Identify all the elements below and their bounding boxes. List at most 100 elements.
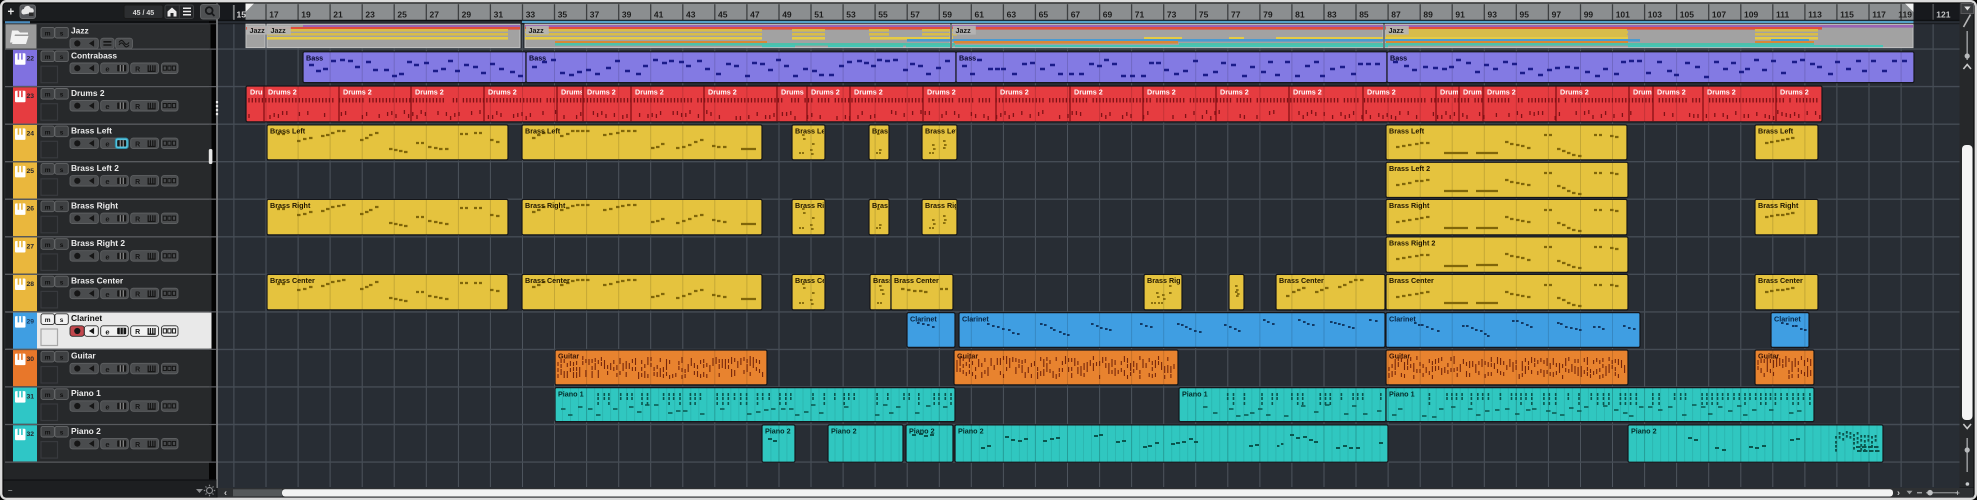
svg-text:Brass Right: Brass Right (1389, 201, 1430, 210)
svg-text:R: R (135, 404, 140, 411)
svg-text:Drums 2: Drums 2 (781, 88, 810, 97)
svg-text:47: 47 (750, 9, 760, 19)
svg-text:109: 109 (1744, 9, 1758, 19)
svg-text:m: m (45, 54, 51, 61)
svg-text:Brass Center: Brass Center (71, 276, 124, 286)
svg-text:+: + (1955, 489, 1960, 498)
svg-text:e: e (105, 140, 109, 149)
svg-text:Brass Left: Brass Left (1389, 127, 1425, 136)
svg-text:Drums 2: Drums 2 (1657, 88, 1686, 97)
svg-text:s: s (60, 129, 64, 136)
svg-text:29: 29 (462, 9, 472, 19)
svg-text:101: 101 (1616, 9, 1630, 19)
svg-text:95: 95 (1520, 9, 1530, 19)
svg-text:Drums 2: Drums 2 (1560, 88, 1589, 97)
svg-text:Brass Left: Brass Left (71, 126, 112, 136)
svg-text:m: m (45, 204, 51, 211)
svg-text:Drums 2: Drums 2 (343, 88, 372, 97)
svg-text:Bass: Bass (959, 54, 976, 63)
svg-text:Brass Left: Brass Left (525, 127, 561, 136)
svg-text:s: s (60, 204, 64, 211)
svg-text:e: e (105, 365, 109, 374)
svg-text:24: 24 (26, 131, 34, 138)
svg-text:Brass Center: Brass Center (1389, 276, 1434, 285)
svg-text:Clarinet: Clarinet (1389, 314, 1416, 323)
svg-text:–: – (8, 486, 13, 495)
svg-text:R: R (135, 217, 140, 224)
svg-text:Drums 2: Drums 2 (927, 88, 956, 97)
svg-text:R: R (135, 66, 140, 73)
svg-text:121: 121 (1936, 9, 1950, 19)
svg-text:Clarinet: Clarinet (71, 313, 102, 323)
svg-text:22: 22 (26, 56, 34, 63)
svg-text:105: 105 (1680, 9, 1694, 19)
svg-text:61: 61 (975, 9, 985, 19)
svg-text:37: 37 (590, 9, 600, 19)
svg-text:Brass Left: Brass Left (1758, 127, 1794, 136)
svg-text:107: 107 (1712, 9, 1726, 19)
svg-text:s: s (60, 92, 64, 99)
svg-text:25: 25 (397, 9, 407, 19)
svg-text:85: 85 (1359, 9, 1369, 19)
svg-text:Drums 2: Drums 2 (1220, 88, 1249, 97)
svg-text:25: 25 (26, 168, 34, 175)
svg-text:117: 117 (1872, 9, 1886, 19)
svg-text:Drums 2: Drums 2 (1074, 88, 1103, 97)
svg-text:Drums 2: Drums 2 (1000, 88, 1029, 97)
svg-text:Guitar: Guitar (957, 352, 978, 361)
svg-text:Drums 2: Drums 2 (1293, 88, 1322, 97)
svg-text:53: 53 (846, 9, 856, 19)
svg-text:Drums 2: Drums 2 (587, 88, 616, 97)
svg-text:m: m (45, 317, 51, 324)
svg-text:17: 17 (269, 9, 279, 19)
svg-text:Drums 2: Drums 2 (635, 88, 664, 97)
svg-text:Drums 2: Drums 2 (268, 88, 297, 97)
svg-text:s: s (60, 392, 64, 399)
svg-text:33: 33 (526, 9, 536, 19)
svg-text:Piano 2: Piano 2 (71, 426, 101, 436)
svg-text:Piano 2: Piano 2 (909, 427, 935, 436)
svg-text:R: R (135, 254, 140, 261)
svg-text:97: 97 (1552, 9, 1562, 19)
svg-text:R: R (135, 179, 140, 186)
svg-text:s: s (60, 430, 64, 437)
svg-text:Brass Right: Brass Right (1758, 201, 1799, 210)
svg-text:23: 23 (365, 9, 375, 19)
svg-text:Brass Center: Brass Center (894, 276, 939, 285)
svg-text:Piano 1: Piano 1 (558, 389, 584, 398)
svg-text:Clarinet: Clarinet (962, 314, 989, 323)
svg-text:65: 65 (1039, 9, 1049, 19)
svg-text:e: e (105, 290, 109, 299)
svg-text:111: 111 (1776, 9, 1790, 19)
svg-text:57: 57 (910, 9, 920, 19)
svg-text:e: e (105, 65, 109, 74)
svg-text:39: 39 (622, 9, 632, 19)
svg-text:Drums 2: Drums 2 (488, 88, 517, 97)
svg-text:›: › (1897, 487, 1900, 497)
svg-text:Brass Left: Brass Left (925, 127, 961, 136)
svg-text:59: 59 (943, 9, 953, 19)
svg-text:Bass: Bass (306, 54, 323, 63)
svg-text:Jazz: Jazz (250, 26, 266, 35)
svg-text:Clarinet: Clarinet (1774, 314, 1801, 323)
svg-text:s: s (60, 54, 64, 61)
svg-text:Drums 2: Drums 2 (1367, 88, 1396, 97)
svg-text:Piano 2: Piano 2 (831, 427, 857, 436)
svg-text:67: 67 (1071, 9, 1081, 19)
svg-text:Brass Left 2: Brass Left 2 (71, 163, 119, 173)
svg-text:21: 21 (333, 9, 343, 19)
svg-text:Drums 2: Drums 2 (415, 88, 444, 97)
svg-text:93: 93 (1488, 9, 1498, 19)
svg-text:103: 103 (1648, 9, 1662, 19)
svg-text:35: 35 (558, 9, 568, 19)
svg-text:+: + (8, 7, 15, 19)
svg-text:23: 23 (26, 93, 34, 100)
svg-text:Guitar: Guitar (1389, 352, 1410, 361)
svg-text:87: 87 (1391, 9, 1401, 19)
svg-text:15: 15 (237, 9, 247, 19)
svg-text:Piano 1: Piano 1 (1182, 389, 1208, 398)
svg-text:55: 55 (878, 9, 888, 19)
svg-text:99: 99 (1584, 9, 1594, 19)
svg-text:Bass: Bass (1390, 54, 1407, 63)
svg-text:Brass Center: Brass Center (1279, 276, 1324, 285)
